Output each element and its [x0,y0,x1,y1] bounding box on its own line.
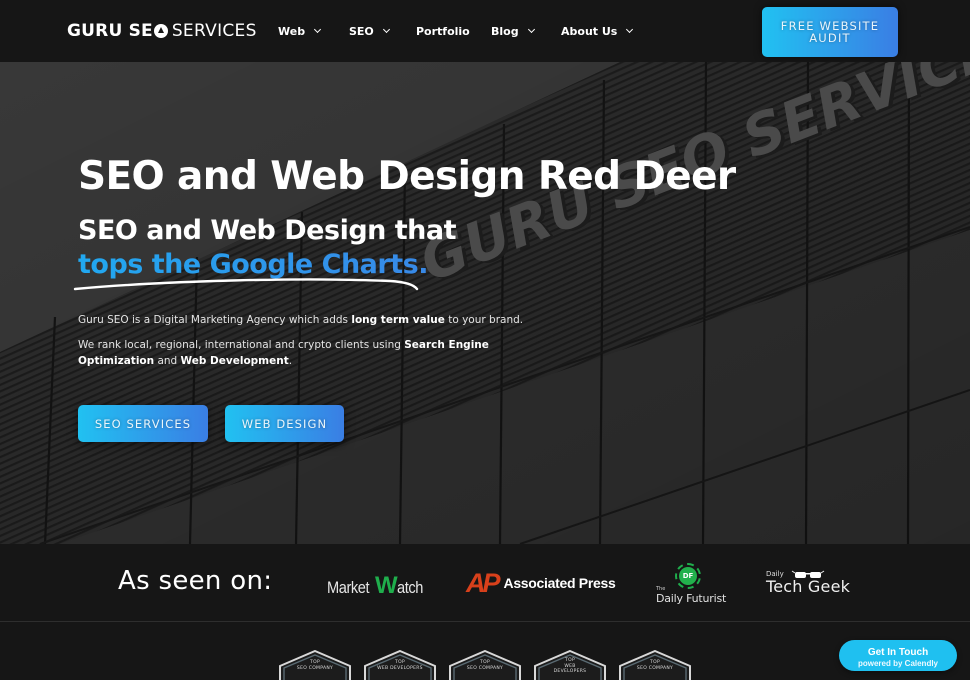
free-website-audit-button[interactable]: FREE WEBSITE AUDIT [762,7,898,57]
text-fragment: and [154,355,181,367]
nav-label: SEO [349,24,374,38]
badge-text: TOP [565,658,575,663]
ap-mark: AP [466,568,500,598]
logo-light-text: SERVICES [171,21,257,41]
award-badge: TOP SEO COMPANY [618,650,692,680]
award-badge: TOP WEB DEVELOPERS [363,650,437,680]
df-badge-icon: DF [679,567,697,585]
badge-text: SEO COMPANY [296,665,334,671]
as-seen-on-section: As seen on: Market W atch AP Associated … [0,544,970,622]
badge-text: WEB DEVELOPERS [377,665,423,671]
award-badge: TOP SEO COMPANY [448,650,522,680]
badge-text: DEVELOPERS [553,669,587,674]
seo-services-button[interactable]: SEO SERVICES [78,405,208,442]
daily-futurist-logo: DF The Daily Futurist [655,562,727,608]
nav-item-about-us[interactable]: About Us [561,22,634,40]
as-seen-on-label: As seen on: [118,566,273,596]
site-header: GURU SE SERVICES Web SEO Portfolio Blog … [0,0,970,62]
page-title: SEO and Web Design Red Deer [78,154,736,199]
hero-description-1: Guru SEO is a Digital Marketing Agency w… [78,312,523,328]
logo-text: Associated Press [503,575,616,591]
logo-text: Market [327,578,370,597]
badge-text: TOP [395,660,405,665]
text-fragment: . [288,355,293,367]
calendly-subtitle: powered by Calendly [857,658,939,668]
badge-text: TOP [480,660,490,665]
nav-label: Blog [491,24,519,38]
bold-fragment: Web Development [180,355,289,367]
associated-press-logo: AP Associated Press [466,568,616,598]
badge-text: SEO COMPANY [636,665,674,671]
hero-section: GURU SEO SERVICES GURU SEO SERVICES SEO … [0,62,970,544]
hero-subtitle: SEO and Web Design that tops the Google … [78,214,457,282]
badge-text: SEO COMPANY [466,665,504,671]
chevron-down-icon [626,25,634,34]
logo-text: Daily Futurist [656,592,727,605]
site-logo[interactable]: GURU SE SERVICES [67,20,257,42]
chevron-down-icon [527,25,535,34]
web-design-button[interactable]: WEB DESIGN [225,405,344,442]
nav-label: Web [278,24,306,38]
badge-text: TOP [650,660,660,665]
hero-subtitle-line-1: SEO and Web Design that [78,215,457,246]
badge-text: WEB [564,663,576,669]
nav-label: Portfolio [416,24,470,38]
logo-text: Tech Geek [766,577,851,596]
logo-bold-text: GURU SE [67,21,153,41]
chevron-down-icon [314,25,322,34]
nav-item-blog[interactable]: Blog [491,22,535,40]
nav-item-seo[interactable]: SEO [349,22,390,40]
text-fragment: We rank local, regional, international a… [78,339,405,351]
nav-item-web[interactable]: Web [278,22,322,40]
chevron-down-icon [382,25,390,34]
calendly-title: Get In Touch [867,646,929,658]
nav-label: About Us [561,24,618,38]
underline-swoosh-decoration [73,278,419,291]
badge-text: TOP [310,660,320,665]
hero-background-building: GURU SEO SERVICES GURU SEO SERVICES [0,62,970,544]
award-badge: TOP SEO COMPANY [278,650,352,680]
logo-text: atch [396,578,423,597]
cta-line-2: AUDIT [809,31,851,45]
daily-tech-geek-logo: Daily Tech Geek [766,570,856,600]
marketwatch-logo: Market W atch [327,568,427,598]
award-badge: TOP WEB DEVELOPERS [533,650,607,680]
award-badges-row: TOP SEO COMPANY TOP WEB DEVELOPERS TOP SEO … [0,623,970,680]
text-fragment: to your brand. [444,314,524,326]
nav-item-portfolio[interactable]: Portfolio [416,22,470,40]
text-fragment: Guru SEO is a Digital Marketing Agency w… [78,314,352,326]
calendly-get-in-touch-button[interactable]: Get In Touch powered by Calendly [839,640,957,671]
hero-description-2: We rank local, regional, international a… [78,337,518,369]
bold-fragment: long term value [351,314,445,326]
maple-leaf-o-icon [153,24,168,38]
logo-w-mark: W [374,572,398,599]
